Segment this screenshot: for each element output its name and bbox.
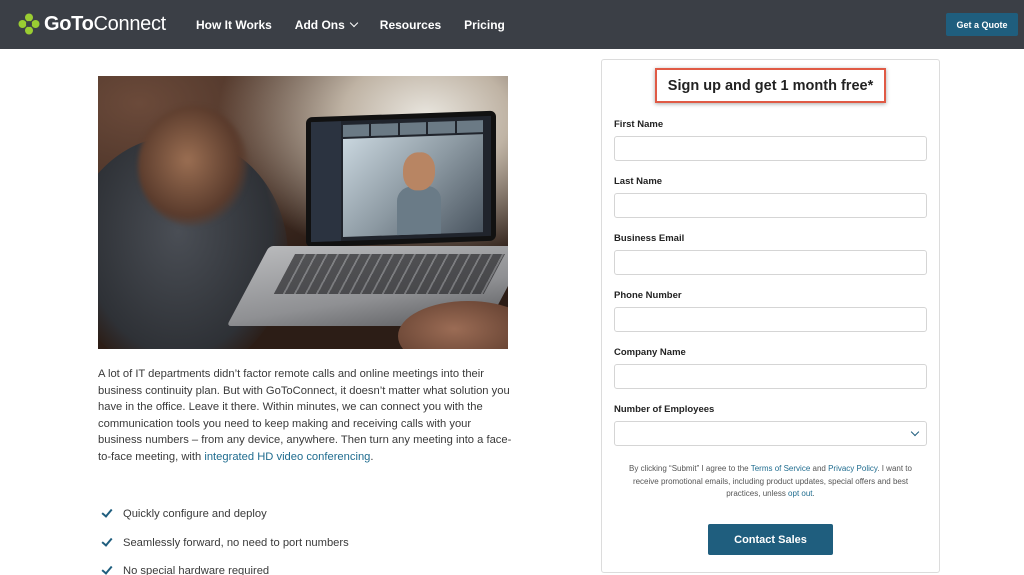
feature-text: Quickly configure and deploy xyxy=(123,508,267,521)
intro-end: . xyxy=(370,450,374,463)
nav-link-label: Pricing xyxy=(464,17,505,32)
privacy-policy-link[interactable]: Privacy Policy xyxy=(828,464,877,473)
last-name-input[interactable] xyxy=(614,193,927,218)
check-icon xyxy=(102,536,112,546)
consent-text: By clicking “Submit” I agree to the Term… xyxy=(618,463,923,501)
consent-part: and xyxy=(810,464,829,473)
nav-link-label: Resources xyxy=(379,17,442,32)
consent-part: By clicking “Submit” I agree to the xyxy=(629,464,751,473)
business-email-label: Business Email xyxy=(614,233,685,244)
employees-select[interactable] xyxy=(614,421,927,446)
first-name-label: First Name xyxy=(614,119,664,130)
check-icon xyxy=(102,564,112,574)
list-item: Quickly configure and deploy xyxy=(102,500,502,529)
logo-text-light: Connect xyxy=(93,12,167,35)
company-name-label: Company Name xyxy=(614,347,686,358)
nav-pricing[interactable]: Pricing xyxy=(464,18,505,32)
chevron-down-icon xyxy=(349,18,359,27)
feature-list: Quickly configure and deploy Seamlessly … xyxy=(102,500,502,575)
phone-number-label: Phone Number xyxy=(614,290,682,301)
intro-paragraph: A lot of IT departments didn’t factor re… xyxy=(98,366,518,465)
nav-link-label: Add Ons xyxy=(294,17,345,32)
nav-add-ons[interactable]: Add Ons xyxy=(294,17,359,32)
check-icon xyxy=(102,507,112,517)
business-email-input[interactable] xyxy=(614,250,927,275)
list-item: No special hardware required xyxy=(102,557,502,575)
employees-label: Number of Employees xyxy=(614,404,715,415)
consent-part: . xyxy=(812,489,815,498)
last-name-label: Last Name xyxy=(614,176,663,187)
phone-number-input[interactable] xyxy=(614,307,927,332)
logo-text-bold: GoTo xyxy=(44,12,94,35)
hero-photo-video-call-laptop xyxy=(98,76,508,349)
feature-text: No special hardware required xyxy=(123,565,270,575)
logo-flower-icon xyxy=(18,13,40,35)
nav-resources[interactable]: Resources xyxy=(380,18,441,32)
chevron-down-icon xyxy=(910,427,920,437)
get-a-quote-button[interactable]: Get a Quote xyxy=(946,13,1018,36)
contact-sales-button[interactable]: Contact Sales xyxy=(708,524,833,555)
intro-text: A lot of IT departments didn’t factor re… xyxy=(98,368,512,463)
opt-out-link[interactable]: opt out xyxy=(788,489,812,498)
company-name-input[interactable] xyxy=(614,364,927,389)
feature-text: Seamlessly forward, no need to port numb… xyxy=(123,536,349,549)
list-item: Seamlessly forward, no need to port numb… xyxy=(102,529,502,558)
headline-callout: Sign up and get 1 month free* xyxy=(655,68,886,103)
gotoconnect-logo[interactable]: GoToConnect xyxy=(18,12,166,36)
nav-links: How It Works Add Ons Resources Pricing xyxy=(196,0,528,49)
nav-link-label: How It Works xyxy=(196,17,272,32)
form-headline: Sign up and get 1 month free* xyxy=(667,77,874,94)
nav-how-it-works[interactable]: How It Works xyxy=(196,18,272,32)
first-name-input[interactable] xyxy=(614,136,927,161)
terms-of-service-link[interactable]: Terms of Service xyxy=(751,464,811,473)
top-nav: GoToConnect How It Works Add Ons Resourc… xyxy=(0,0,1024,49)
hd-video-conferencing-link[interactable]: integrated HD video conferencing xyxy=(204,451,370,463)
